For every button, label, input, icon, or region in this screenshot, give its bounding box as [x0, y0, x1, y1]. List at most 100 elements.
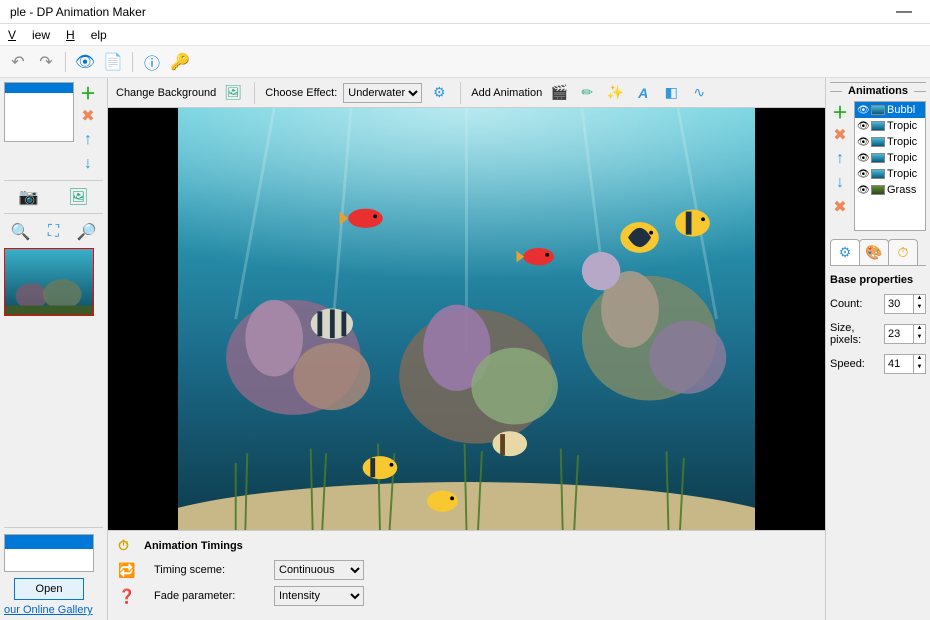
menu-bar: View Help: [0, 24, 930, 46]
open-label: Open: [36, 583, 63, 595]
animation-label: Tropic: [887, 152, 917, 164]
properties-title: Base properties: [830, 274, 926, 286]
change-background-label[interactable]: Change Background: [116, 87, 216, 99]
fade-parameter-label: Fade parameter:: [154, 590, 264, 602]
zoom-out-button[interactable]: 🔍: [11, 222, 31, 242]
animation-label: Bubbl: [887, 104, 915, 116]
animation-remove-button[interactable]: ✖: [830, 197, 850, 217]
animation-item[interactable]: 👁 Tropic: [855, 118, 925, 134]
size-spinner[interactable]: ▲▼: [884, 324, 926, 344]
separator: [460, 82, 461, 104]
move-down-button[interactable]: ↓: [78, 154, 98, 174]
tab-color[interactable]: 🎨: [859, 239, 889, 265]
delete-frame-button[interactable]: ✖: [78, 106, 98, 126]
animation-label: Grass: [887, 184, 916, 196]
add-frame-button[interactable]: ＋: [78, 82, 98, 102]
visibility-icon[interactable]: 👁: [857, 105, 869, 116]
main-toolbar: ↶ ↷ 👁 📄 ⓘ 🔑: [0, 46, 930, 78]
visibility-icon[interactable]: 👁: [857, 153, 869, 164]
animation-item[interactable]: 👁 Tropic: [855, 134, 925, 150]
animation-item[interactable]: 👁 Grass: [855, 182, 925, 198]
canvas[interactable]: [108, 108, 825, 530]
left-panel: ＋ ✖ ↑ ↓ 📷 🖼 🔍 ⛶ 🔎: [0, 78, 108, 620]
camera-icon[interactable]: 📷: [19, 187, 39, 207]
animation-timings-panel: ⏱ Animation Timings 🔁 Timing sceme: Cont…: [108, 530, 825, 620]
toolbar-separator: [132, 52, 133, 72]
move-up-button[interactable]: ↑: [78, 130, 98, 150]
spin-down[interactable]: ▼: [914, 364, 925, 373]
size-label: Size, pixels:: [830, 322, 878, 346]
separator: [4, 213, 103, 214]
preview-button[interactable]: 👁: [73, 50, 97, 74]
center-toolbar: Change Background 🖼 Choose Effect: Under…: [108, 78, 825, 108]
size-input[interactable]: [885, 328, 913, 340]
visibility-icon[interactable]: 👁: [857, 185, 869, 196]
online-gallery-link[interactable]: our Online Gallery: [4, 604, 93, 616]
count-input[interactable]: [885, 298, 913, 310]
titlebar: ple - DP Animation Maker —: [0, 0, 930, 24]
wave-icon[interactable]: ∿: [688, 82, 710, 104]
animation-item[interactable]: 👁 Tropic: [855, 166, 925, 182]
spin-up[interactable]: ▲: [914, 325, 925, 334]
export-button[interactable]: 📄: [101, 50, 125, 74]
speed-input[interactable]: [885, 358, 913, 370]
count-label: Count:: [830, 298, 878, 310]
scene-thumbnail[interactable]: [4, 248, 94, 316]
right-panel: Animations ＋ ✖ ↑ ↓ ✖ 👁 Bubbl 👁 Tropic: [825, 78, 930, 620]
add-animation-label[interactable]: Add Animation: [471, 87, 542, 99]
wand-icon[interactable]: ✨: [604, 82, 626, 104]
animation-timings-title: Animation Timings: [144, 540, 243, 552]
separator: [4, 527, 103, 528]
animation-up-button[interactable]: ↑: [830, 149, 850, 169]
animations-header: Animations: [830, 82, 926, 97]
menu-view[interactable]: View: [8, 28, 50, 42]
key-button[interactable]: 🔑: [168, 50, 192, 74]
animation-item[interactable]: 👁 Bubbl: [855, 102, 925, 118]
choose-effect-label: Choose Effect:: [265, 87, 337, 99]
fit-button[interactable]: ⛶: [44, 222, 64, 242]
help-icon[interactable]: ❓: [118, 588, 138, 605]
text-icon[interactable]: A: [632, 82, 654, 104]
spin-up[interactable]: ▲: [914, 355, 925, 364]
animation-item[interactable]: 👁 Tropic: [855, 150, 925, 166]
fade-parameter-select[interactable]: Intensity: [274, 586, 364, 606]
tab-timing[interactable]: ⏱: [888, 239, 918, 265]
spin-down[interactable]: ▼: [914, 304, 925, 313]
cycle-icon: 🔁: [118, 562, 138, 579]
frames-listbox[interactable]: [4, 82, 74, 142]
add-animation-icon[interactable]: 🎬: [548, 82, 570, 104]
animation-down-button[interactable]: ↓: [830, 173, 850, 193]
center-panel: Change Background 🖼 Choose Effect: Under…: [108, 78, 825, 620]
animation-label: Tropic: [887, 168, 917, 180]
open-button[interactable]: Open: [14, 578, 84, 600]
thumb-icon: [871, 105, 885, 115]
effect-select[interactable]: Underwater: [343, 83, 422, 103]
timing-scheme-select[interactable]: Continuous: [274, 560, 364, 580]
add-animation-button[interactable]: ＋: [830, 101, 850, 121]
spin-down[interactable]: ▼: [914, 334, 925, 343]
image-icon[interactable]: 🖼: [68, 187, 88, 207]
speed-spinner[interactable]: ▲▼: [884, 354, 926, 374]
shapes-icon[interactable]: ◧: [660, 82, 682, 104]
info-button[interactable]: ⓘ: [140, 50, 164, 74]
delete-animation-button[interactable]: ✖: [830, 125, 850, 145]
visibility-icon[interactable]: 👁: [857, 169, 869, 180]
animation-label: Tropic: [887, 136, 917, 148]
change-background-icon[interactable]: 🖼: [222, 82, 244, 104]
effect-settings-icon[interactable]: ⚙: [428, 82, 450, 104]
minimize-button[interactable]: —: [884, 3, 924, 21]
visibility-icon[interactable]: 👁: [857, 137, 869, 148]
visibility-icon[interactable]: 👁: [857, 121, 869, 132]
animations-list[interactable]: 👁 Bubbl 👁 Tropic 👁 Tropic 👁: [854, 101, 926, 231]
zoom-in-button[interactable]: 🔎: [77, 222, 97, 242]
tab-base[interactable]: ⚙: [830, 239, 860, 265]
undo-button[interactable]: ↶: [6, 50, 30, 74]
thumb-icon: [871, 137, 885, 147]
brush-icon[interactable]: ✏: [576, 82, 598, 104]
thumb-icon: [871, 169, 885, 179]
spin-up[interactable]: ▲: [914, 295, 925, 304]
project-listbox[interactable]: [4, 534, 94, 572]
menu-help[interactable]: Help: [66, 28, 107, 42]
count-spinner[interactable]: ▲▼: [884, 294, 926, 314]
redo-button[interactable]: ↷: [34, 50, 58, 74]
